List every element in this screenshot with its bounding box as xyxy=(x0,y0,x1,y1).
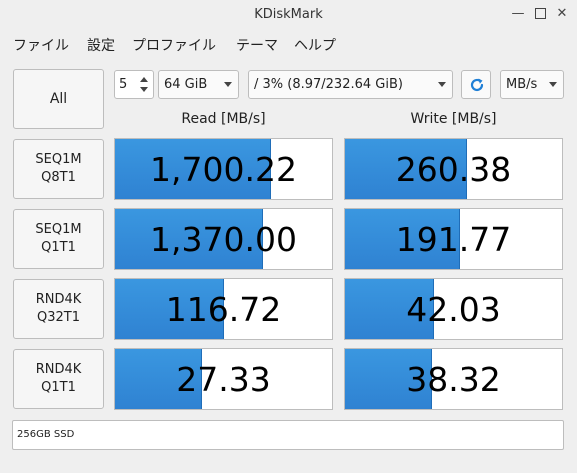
spin-down-icon[interactable] xyxy=(140,87,148,92)
refresh-button[interactable] xyxy=(461,70,491,99)
test-label-line2: Q32T1 xyxy=(37,310,80,325)
menu-help[interactable]: ヘルプ xyxy=(294,35,336,55)
test-label-line1: RND4K xyxy=(35,292,82,307)
all-button[interactable]: All xyxy=(13,69,104,129)
runs-spinbox[interactable]: 5 xyxy=(114,70,154,99)
test-label-line1: RND4K xyxy=(35,362,82,377)
menu-bar: ファイル 設定 プロファイル テーマ ヘルプ xyxy=(0,32,577,56)
minimize-icon[interactable]: — xyxy=(510,6,526,22)
test-button-seq1m-q1t1[interactable]: SEQ1M Q1T1 xyxy=(13,209,104,269)
read-result-value: 1,370.00 xyxy=(150,219,297,259)
write-result-cell: 42.03 xyxy=(344,278,563,340)
menu-settings[interactable]: 設定 xyxy=(87,35,115,55)
read-result-cell: 1,700.22 xyxy=(114,138,333,200)
drive-value: / 3% (8.97/232.64 GiB) xyxy=(254,77,403,92)
read-result-value: 116.72 xyxy=(165,289,282,329)
write-header: Write [MB/s] xyxy=(410,111,497,127)
menu-theme[interactable]: テーマ xyxy=(236,35,278,55)
title-bar: KDiskMark — ✕ xyxy=(0,0,577,30)
read-result-cell: 1,370.00 xyxy=(114,208,333,270)
unit-value: MB/s xyxy=(506,77,538,92)
read-result-cell: 116.72 xyxy=(114,278,333,340)
test-label-line2: Q8T1 xyxy=(41,170,76,185)
size-select[interactable]: 64 GiB xyxy=(158,70,239,99)
test-button-seq1m-q8t1[interactable]: SEQ1M Q8T1 xyxy=(13,139,104,199)
write-result-value: 42.03 xyxy=(406,289,501,329)
chevron-down-icon xyxy=(549,82,557,87)
test-label-line1: SEQ1M xyxy=(35,222,82,237)
test-label-line2: Q1T1 xyxy=(41,240,76,255)
menu-profile[interactable]: プロファイル xyxy=(132,35,216,55)
read-header: Read [MB/s] xyxy=(181,111,266,127)
write-result-value: 191.77 xyxy=(395,219,512,259)
test-label-line2: Q1T1 xyxy=(41,380,76,395)
close-icon[interactable]: ✕ xyxy=(554,6,570,22)
runs-value: 5 xyxy=(119,77,128,92)
read-result-value: 1,700.22 xyxy=(150,149,297,189)
refresh-icon xyxy=(470,78,484,92)
test-button-rnd4k-q32t1[interactable]: RND4K Q32T1 xyxy=(13,279,104,339)
read-result-cell: 27.33 xyxy=(114,348,333,410)
write-result-cell: 38.32 xyxy=(344,348,563,410)
write-result-value: 260.38 xyxy=(395,149,512,189)
chevron-down-icon xyxy=(438,82,446,87)
menu-file[interactable]: ファイル xyxy=(13,35,69,55)
test-label-line1: SEQ1M xyxy=(35,152,82,167)
read-result-value: 27.33 xyxy=(176,359,271,399)
unit-select[interactable]: MB/s xyxy=(500,70,564,99)
maximize-icon[interactable] xyxy=(532,6,548,22)
window-title: KDiskMark xyxy=(254,7,323,22)
test-button-rnd4k-q1t1[interactable]: RND4K Q1T1 xyxy=(13,349,104,409)
drive-select[interactable]: / 3% (8.97/232.64 GiB) xyxy=(248,70,453,99)
write-result-value: 38.32 xyxy=(406,359,501,399)
spin-up-icon[interactable] xyxy=(140,77,148,82)
size-value: 64 GiB xyxy=(164,77,208,92)
write-result-cell: 191.77 xyxy=(344,208,563,270)
comment-field[interactable]: 256GB SSD xyxy=(12,420,564,450)
chevron-down-icon xyxy=(224,82,232,87)
write-result-cell: 260.38 xyxy=(344,138,563,200)
